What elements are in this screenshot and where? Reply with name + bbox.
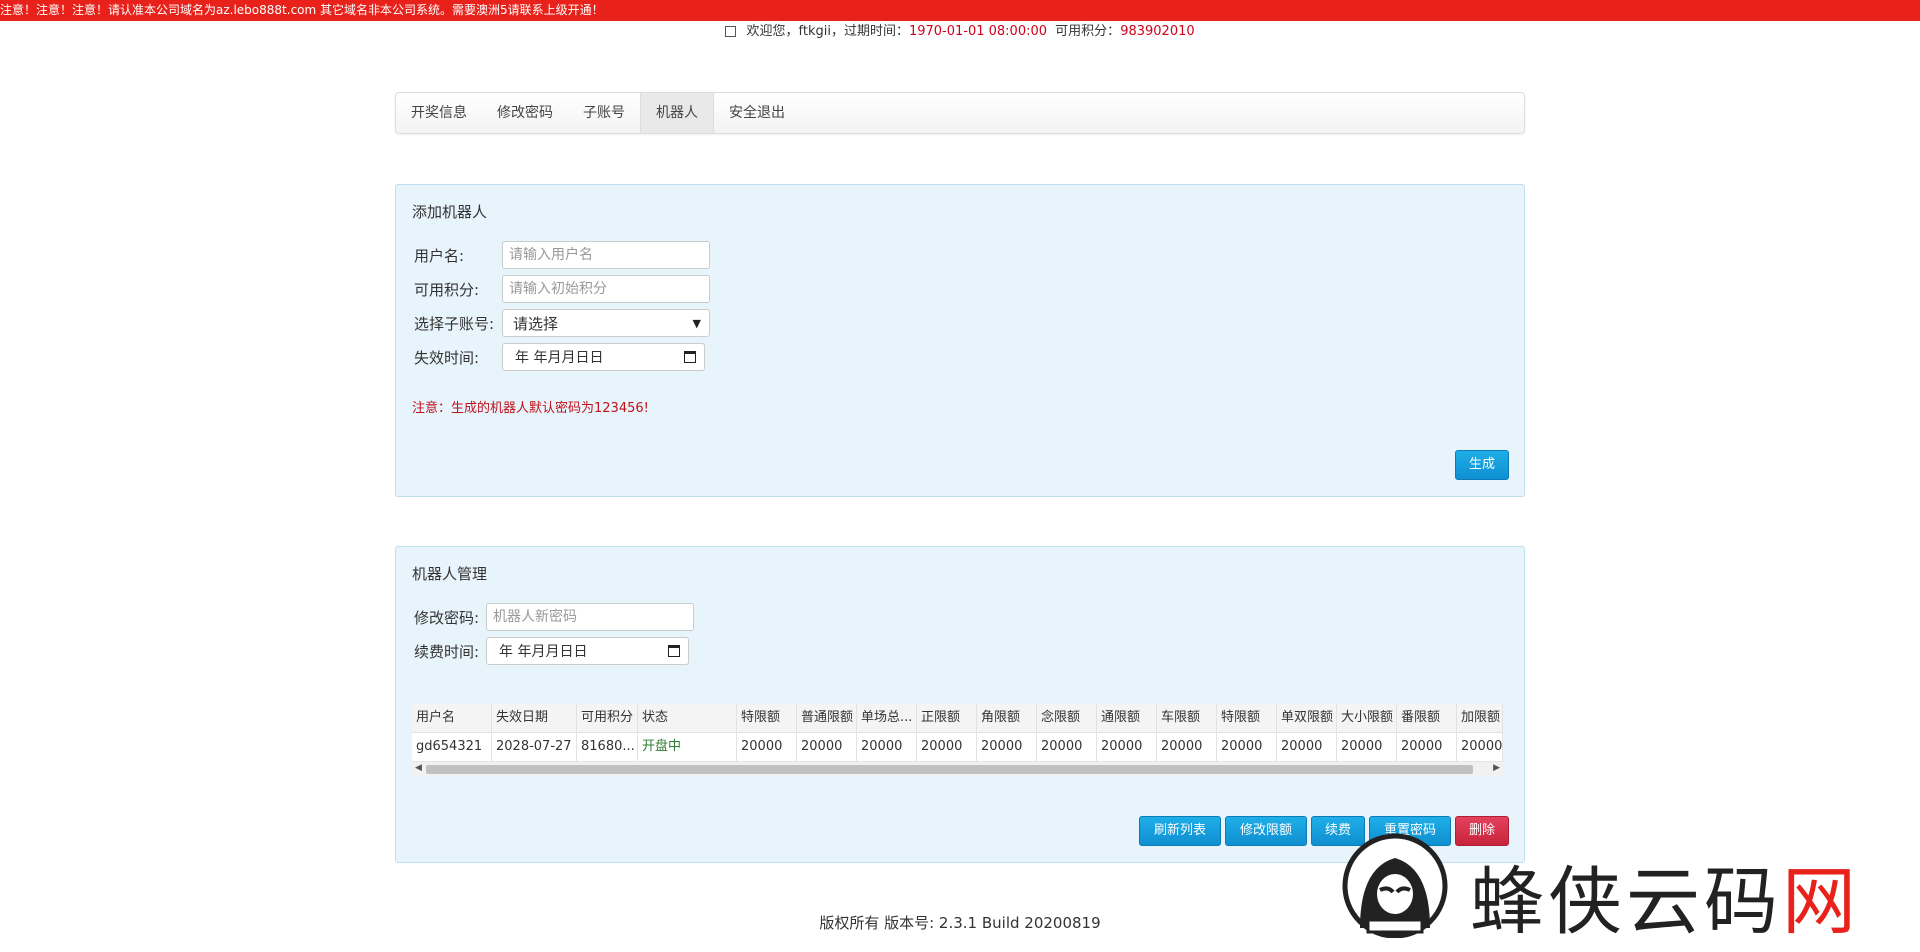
renew-label: 续费时间: <box>414 642 480 661</box>
new-password-input[interactable] <box>486 603 694 631</box>
cell-limit: 20000 <box>917 733 977 761</box>
col-username: 用户名 <box>412 704 492 732</box>
points-value: 983902010 <box>1120 24 1195 39</box>
manage-robot-title: 机器人管理 <box>412 565 488 583</box>
subaccount-selected: 请选择 <box>513 314 559 333</box>
col-limit: 车限额 <box>1157 704 1217 732</box>
default-password-warning: 注意：生成的机器人默认密码为123456! <box>412 401 649 416</box>
welcome-text: 欢迎您，ftkgii，过期时间： <box>746 24 909 39</box>
cell-limit: 20000 <box>737 733 797 761</box>
table-header-row: 用户名 失效日期 可用积分 状态 特限额 普通限额 单场总... 正限额 角限额… <box>412 704 1503 733</box>
col-limit: 通限额 <box>1097 704 1157 732</box>
date-placeholder: 年 年月月日日 <box>515 350 604 366</box>
watermark-accent-text: 网 <box>1782 859 1860 945</box>
robot-table: 用户名 失效日期 可用积分 状态 特限额 普通限额 单场总... 正限额 角限额… <box>412 704 1503 762</box>
cell-username: gd654321 <box>412 733 492 761</box>
cell-limit: 20000 <box>1457 733 1503 761</box>
col-status: 状态 <box>638 704 737 732</box>
col-limit: 特限额 <box>1217 704 1277 732</box>
col-limit: 番限额 <box>1397 704 1457 732</box>
expire-time: 1970-01-01 08:00:00 <box>908 24 1048 39</box>
cell-limit: 20000 <box>857 733 917 761</box>
col-limit: 特限额 <box>737 704 797 732</box>
tab-change-password[interactable]: 修改密码 <box>482 93 568 133</box>
main-nav: 开奖信息 修改密码 子账号 机器人 安全退出 <box>395 92 1525 134</box>
cell-limit: 20000 <box>1277 733 1337 761</box>
user-icon <box>725 26 737 37</box>
points-input[interactable] <box>502 275 710 303</box>
date-placeholder: 年 年月月日日 <box>499 644 588 660</box>
cell-limit: 20000 <box>1157 733 1217 761</box>
notice-bar: 注意！注意！注意！请认准本公司域名为az.lebo888t.com 其它域名非本… <box>0 0 1920 21</box>
subaccount-label: 选择子账号: <box>414 314 495 333</box>
col-limit: 单场总... <box>857 704 917 732</box>
expire-date-input[interactable]: 年 年月月日日 <box>502 343 705 371</box>
watermark-text: 蜂侠云码网 <box>1470 842 1860 949</box>
col-limit: 角限额 <box>977 704 1037 732</box>
scrollbar-thumb[interactable] <box>426 765 1473 774</box>
col-points: 可用积分 <box>577 704 638 732</box>
scroll-left-icon[interactable]: ◀ <box>415 763 422 773</box>
add-robot-title: 添加机器人 <box>412 203 488 221</box>
table-row[interactable]: gd654321 2028-07-27 81680... 开盘中 20000 2… <box>412 733 1503 762</box>
cell-limit: 20000 <box>1037 733 1097 761</box>
cell-limit: 20000 <box>1337 733 1397 761</box>
manage-robot-panel: 机器人管理 修改密码: 续费时间: 年 年月月日日 用户名 失效日期 可用积分 … <box>395 546 1525 863</box>
username-input[interactable] <box>502 241 710 269</box>
points-label: 可用积分: <box>414 280 480 299</box>
col-limit: 普通限额 <box>797 704 857 732</box>
chevron-down-icon: ▼ <box>692 316 701 330</box>
watermark-main-text: 蜂侠云码 <box>1470 859 1782 945</box>
table-horizontal-scrollbar[interactable]: ◀ ▶ <box>412 761 1503 776</box>
refresh-list-button[interactable]: 刷新列表 <box>1139 816 1221 846</box>
col-limit: 大小限额 <box>1337 704 1397 732</box>
cell-limit: 20000 <box>1217 733 1277 761</box>
watermark-logo: 蜂侠云码网 <box>1330 828 1900 945</box>
points-label: 可用积分： <box>1055 24 1121 39</box>
cell-points: 81680... <box>577 733 638 761</box>
calendar-icon[interactable] <box>684 351 696 363</box>
cell-expire-date: 2028-07-27 <box>492 733 577 761</box>
col-limit: 正限额 <box>917 704 977 732</box>
calendar-icon[interactable] <box>668 645 680 657</box>
subaccount-select[interactable]: 请选择 ▼ <box>502 309 710 337</box>
notice-text: 注意！注意！注意！请认准本公司域名为az.lebo888t.com 其它域名非本… <box>0 3 604 17</box>
hacker-avatar-icon <box>1342 833 1448 938</box>
new-password-label: 修改密码: <box>414 608 480 627</box>
cell-status: 开盘中 <box>638 733 737 761</box>
cell-limit: 20000 <box>977 733 1037 761</box>
generate-button[interactable]: 生成 <box>1455 450 1509 480</box>
expire-label: 失效时间: <box>414 348 480 367</box>
tab-robot[interactable]: 机器人 <box>640 93 714 133</box>
tab-lottery-info[interactable]: 开奖信息 <box>396 93 482 133</box>
col-limit: 加限额 <box>1457 704 1503 732</box>
col-expire-date: 失效日期 <box>492 704 577 732</box>
tab-sub-accounts[interactable]: 子账号 <box>568 93 640 133</box>
col-limit: 单双限额 <box>1277 704 1337 732</box>
renew-date-input[interactable]: 年 年月月日日 <box>486 637 689 665</box>
welcome-line: 欢迎您，ftkgii，过期时间：1970-01-01 08:00:00 可用积分… <box>0 22 1920 42</box>
username-label: 用户名: <box>414 246 465 265</box>
cell-limit: 20000 <box>797 733 857 761</box>
cell-limit: 20000 <box>1397 733 1457 761</box>
add-robot-panel: 添加机器人 用户名: 可用积分: 选择子账号: 请选择 ▼ 失效时间: 年 年月… <box>395 184 1525 497</box>
edit-limit-button[interactable]: 修改限额 <box>1225 816 1307 846</box>
col-limit: 念限额 <box>1037 704 1097 732</box>
scroll-right-icon[interactable]: ▶ <box>1493 763 1500 773</box>
tab-logout[interactable]: 安全退出 <box>714 93 800 133</box>
cell-limit: 20000 <box>1097 733 1157 761</box>
